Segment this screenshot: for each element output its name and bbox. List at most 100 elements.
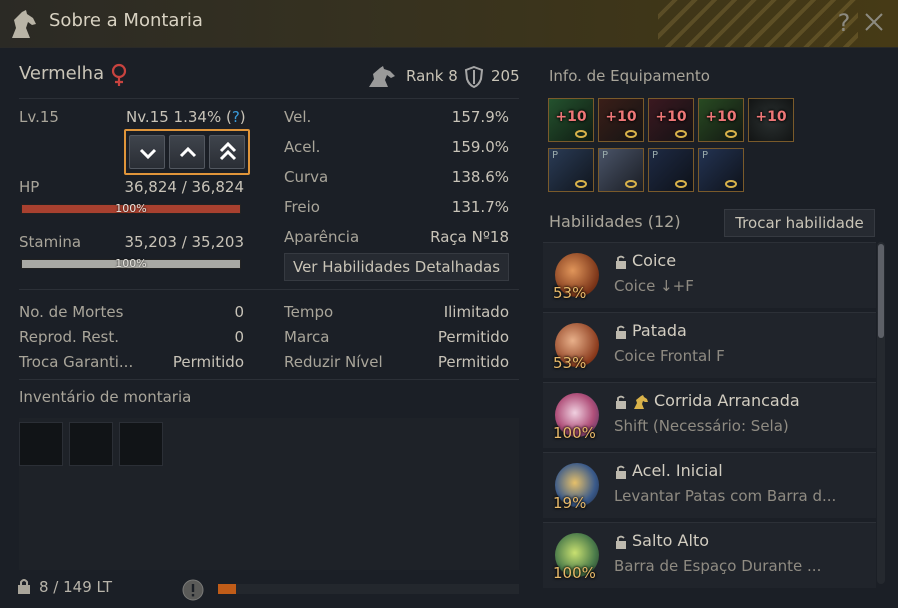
inventory-slot[interactable] [69, 422, 113, 466]
weight-text: 8 / 149 LT [39, 578, 112, 596]
stamina-percent: 100% [115, 257, 147, 270]
skill-item-patada[interactable]: 53% Patada Coice Frontal F [543, 312, 876, 378]
stat-value: Raça Nº18 [430, 228, 509, 246]
divider [19, 379, 519, 380]
info-label: Troca Garanti... [19, 353, 134, 371]
skill-item-salto-alto[interactable]: 100% Salto Alto Barra de Espaço Durante … [543, 522, 876, 588]
double-chevron-up-icon [219, 141, 237, 161]
scrollbar-thumb[interactable] [878, 244, 884, 338]
weight-bar-fill [218, 584, 237, 594]
coin-icon [575, 130, 587, 138]
costume-marker: P [702, 150, 709, 161]
equipment-title: Info. de Equipamento [549, 67, 710, 85]
stat-label: Freio [284, 198, 320, 216]
unlock-icon [616, 465, 626, 479]
info-value: 0 [234, 303, 244, 321]
info-value: Ilimitado [443, 303, 509, 321]
mount-info-window: Sobre a Montaria ? Vermelha Rank 8 205 L… [0, 0, 898, 608]
enhancement-level: +10 [655, 109, 687, 125]
skill-command: Coice ↓+F [614, 277, 694, 295]
skill-item-corrida-arrancada[interactable]: 100% Corrida Arrancada Shift (Necessário… [543, 382, 876, 448]
equipment-slot-stirrups[interactable]: +10 [698, 98, 744, 142]
warning-icon[interactable] [182, 579, 204, 601]
close-icon[interactable] [862, 10, 886, 34]
level-down-button[interactable] [129, 135, 165, 169]
enhancement-level: +10 [705, 109, 737, 125]
info-value: Permitido [437, 353, 509, 371]
unlock-icon [616, 535, 626, 549]
stat-value: 157.9% [451, 108, 509, 126]
skill-item-acel-inicial[interactable]: 19% Acel. Inicial Levantar Patas com Bar… [543, 452, 876, 518]
enhancement-level: +10 [605, 109, 637, 125]
skill-name: Acel. Inicial [632, 461, 723, 480]
skill-percent: 53% [553, 354, 587, 372]
level-progress-text: Nv.15 1.34% ( [126, 108, 232, 126]
stat-label: Vel. [284, 108, 312, 126]
equipment-slot-costume-barding[interactable]: P [598, 148, 644, 192]
chevron-up-icon [179, 146, 197, 158]
coin-icon [625, 180, 637, 188]
level-help-icon[interactable]: ? [232, 108, 240, 126]
coin-icon [725, 130, 737, 138]
level-progress: Nv.15 1.34% (?) [126, 108, 246, 126]
inventory-slot[interactable] [19, 422, 63, 466]
horse-name: Vermelha [19, 63, 105, 84]
inventory-title: Inventário de montaria [19, 388, 192, 406]
inventory-slot[interactable] [119, 422, 163, 466]
skills-list: 53% Coice Coice ↓+F 53% Patada Coice Fro… [543, 242, 876, 588]
rank-horse-icon [369, 66, 395, 87]
info-label: No. de Mortes [19, 303, 124, 321]
change-skill-button[interactable]: Trocar habilidade [724, 209, 875, 237]
unlock-icon [616, 325, 626, 339]
lock-icon [18, 579, 30, 594]
help-icon[interactable]: ? [834, 9, 854, 37]
skill-percent: 100% [553, 424, 596, 442]
stamina-label: Stamina [19, 233, 82, 251]
female-icon [111, 63, 127, 86]
hp-value: 36,824 / 36,824 [124, 178, 244, 196]
divider [19, 98, 519, 99]
info-value: Permitido [172, 353, 244, 371]
skill-name: Corrida Arrancada [654, 391, 800, 410]
equipment-slot-barding[interactable]: +10 [598, 98, 644, 142]
level-max-button[interactable] [209, 135, 245, 169]
divider [19, 289, 519, 290]
info-label: Marca [284, 328, 330, 346]
shield-icon [464, 66, 484, 88]
skills-scrollbar[interactable] [877, 242, 885, 584]
stat-label: Aparência [284, 228, 360, 246]
skill-command: Coice Frontal F [614, 347, 725, 365]
equipment-slot-horseshoe[interactable]: +10 [548, 98, 594, 142]
unlock-icon [616, 255, 626, 269]
coin-icon [575, 180, 587, 188]
skill-name: Salto Alto [632, 531, 710, 550]
skill-percent: 53% [553, 284, 587, 302]
window-title: Sobre a Montaria [49, 10, 203, 31]
equipment-slot-horse-head[interactable]: +10 [748, 98, 794, 142]
equipment-slot-costume-saddle[interactable]: P [648, 148, 694, 192]
hp-bar: 100% [21, 202, 241, 215]
info-label: Reprod. Rest. [19, 328, 120, 346]
skill-command: Barra de Espaço Durante ... [614, 557, 822, 575]
horse-head-icon [12, 10, 36, 38]
skill-percent: 19% [553, 494, 587, 512]
stat-value: 138.6% [451, 168, 509, 186]
equipment-slot-costume-stirrups[interactable]: P [698, 148, 744, 192]
info-label: Tempo [284, 303, 334, 321]
weight-bar [218, 584, 519, 594]
hp-percent: 100% [115, 202, 147, 215]
equipment-slot-costume-horseshoe[interactable]: P [548, 148, 594, 192]
skill-item-coice[interactable]: 53% Coice Coice ↓+F [543, 242, 876, 308]
costume-marker: P [552, 150, 559, 161]
title-bar-decoration [658, 0, 858, 47]
detailed-skills-button[interactable]: Ver Habilidades Detalhadas [284, 253, 509, 281]
mount-icon [634, 395, 648, 409]
title-bar[interactable]: Sobre a Montaria ? [0, 0, 898, 48]
skill-command: Levantar Patas com Barra d... [614, 487, 837, 505]
equipment-slot-saddle[interactable]: +10 [648, 98, 694, 142]
skill-percent: 100% [553, 564, 596, 582]
costume-marker: P [602, 150, 609, 161]
level-up-button[interactable] [169, 135, 205, 169]
stat-value: 131.7% [451, 198, 509, 216]
stat-label: Acel. [284, 138, 321, 156]
